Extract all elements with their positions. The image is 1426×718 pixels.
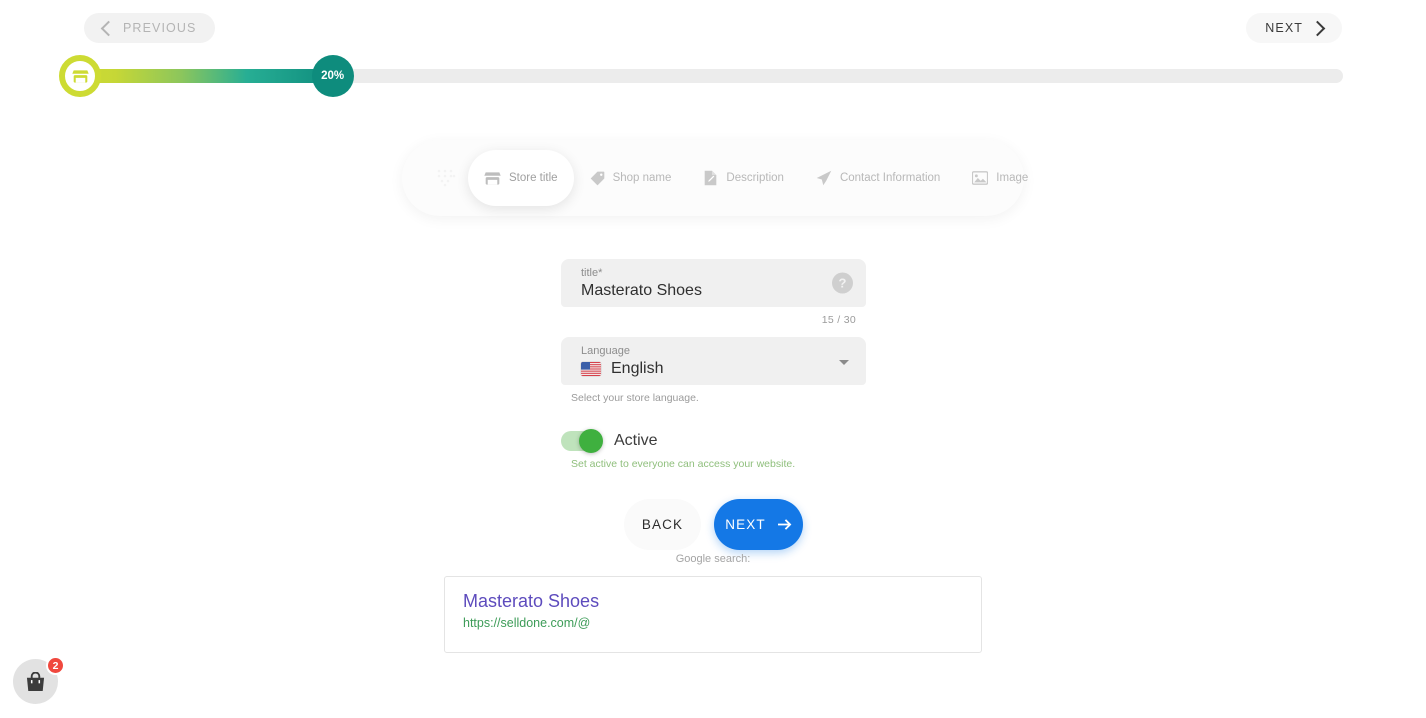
title-char-counter: 15 / 30: [821, 314, 856, 326]
title-input[interactable]: title* Masterato Shoes ?: [561, 259, 866, 307]
store-icon: [484, 171, 501, 185]
progress-percent-knob[interactable]: 20%: [311, 55, 354, 97]
sidebar-item-shop-name[interactable]: Shop name: [574, 150, 688, 206]
google-search-caption: Google search:: [675, 553, 751, 565]
google-preview-title[interactable]: Masterato Shoes: [463, 589, 981, 614]
language-select[interactable]: Language English: [561, 337, 866, 385]
progress-start-marker: [59, 55, 101, 97]
google-preview-url: https://selldone.com/@: [463, 616, 591, 630]
next-button[interactable]: NEXT: [714, 499, 803, 550]
progress-fill: [80, 69, 333, 83]
image-icon: [972, 171, 989, 185]
sidebar-item-contact-information[interactable]: Contact Information: [800, 150, 956, 206]
language-select-value: English: [611, 360, 664, 377]
language-hint: Select your store language.: [571, 392, 699, 404]
next-button-top[interactable]: NEXT: [1246, 13, 1342, 43]
active-toggle-knob: [579, 429, 603, 453]
active-toggle-row: Active: [561, 429, 866, 453]
sidebar-item-description[interactable]: Description: [687, 150, 800, 206]
progress-bar[interactable]: 20%: [59, 55, 1343, 97]
top-navigation: PREVIOUS NEXT: [0, 0, 1426, 56]
step-label-description: Description: [726, 172, 784, 184]
step-label-shop-name: Shop name: [612, 172, 672, 184]
previous-button[interactable]: PREVIOUS: [84, 13, 216, 43]
step-placeholder: [402, 150, 464, 206]
chevron-right-icon: [1309, 20, 1326, 36]
progress-percent-label: 20%: [321, 70, 345, 82]
active-toggle-label: Active: [614, 432, 658, 449]
store-icon: [71, 69, 89, 83]
dots-pattern-icon: [437, 169, 456, 187]
step-label-image: Image: [996, 172, 1029, 184]
question-mark-icon[interactable]: ?: [832, 272, 853, 294]
back-button-label: BACK: [641, 517, 684, 532]
language-select-label: Language: [581, 345, 630, 357]
document-edit-icon: [705, 170, 717, 186]
paper-plane-icon: [816, 170, 832, 186]
us-flag-icon: [581, 362, 601, 376]
title-input-value: Masterato Shoes: [581, 282, 702, 299]
tag-icon: [590, 171, 604, 185]
next-button-label: NEXT: [725, 517, 766, 532]
active-toggle[interactable]: [561, 429, 603, 453]
sidebar-item-image[interactable]: Image: [956, 150, 1044, 206]
sidebar-item-store-title[interactable]: Store title: [468, 150, 574, 206]
arrow-right-icon: [777, 518, 792, 531]
caret-down-icon[interactable]: [839, 360, 849, 365]
chevron-left-icon: [100, 20, 117, 36]
next-button-top-label: NEXT: [1265, 21, 1303, 35]
step-label-store-title: Store title: [509, 172, 558, 184]
back-button[interactable]: BACK: [624, 499, 701, 550]
wizard-step-bar: Store title Shop name Description Contac…: [402, 140, 1028, 216]
active-toggle-hint: Set active to everyone can access your w…: [571, 458, 796, 470]
cart-fab[interactable]: 2: [13, 656, 65, 704]
title-input-label: title*: [581, 267, 603, 279]
store-title-form: title* Masterato Shoes ? 15 / 30 Languag…: [561, 259, 866, 550]
google-search-preview-card: Masterato Shoes https://selldone.com/@: [444, 576, 982, 653]
form-actions: BACK NEXT: [561, 499, 866, 550]
shopping-bag-icon: [26, 671, 45, 691]
cart-badge: 2: [46, 656, 65, 675]
previous-button-label: PREVIOUS: [123, 21, 197, 35]
step-label-contact-information: Contact Information: [839, 172, 941, 184]
